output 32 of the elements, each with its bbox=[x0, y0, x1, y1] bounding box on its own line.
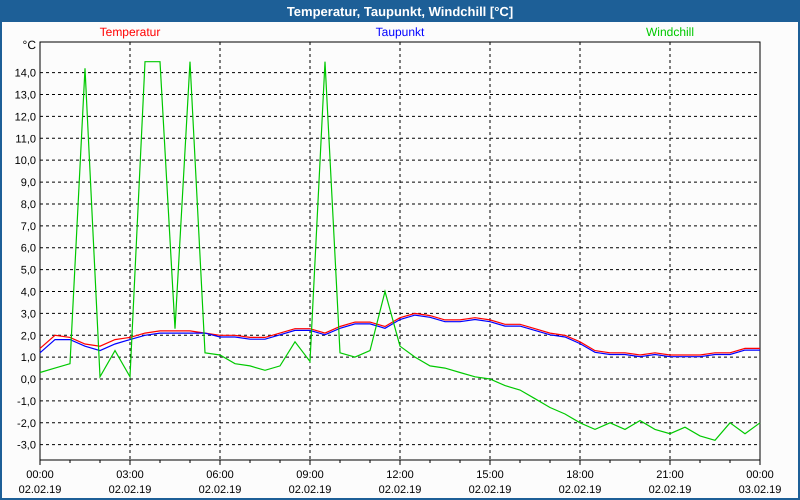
y-tick-label: 2,0 bbox=[20, 330, 36, 342]
legend-label: Temperatur bbox=[100, 25, 160, 39]
x-tick-label: 00:00 02.02.19 bbox=[18, 468, 62, 498]
x-tick-label: 12:00 02.02.19 bbox=[378, 468, 422, 498]
y-tick-label: 12,0 bbox=[14, 111, 36, 124]
y-axis-unit: °C bbox=[22, 38, 36, 52]
y-tick-label: 3,0 bbox=[20, 308, 36, 320]
x-tick-label: 00:00 03.02.19 bbox=[738, 468, 782, 498]
x-tick-label: 03:00 02.02.19 bbox=[108, 468, 152, 498]
y-tick-label: 13,0 bbox=[14, 90, 36, 102]
y-tick-label: 11,0 bbox=[15, 133, 36, 146]
y-tick-label: -2,0 bbox=[17, 418, 36, 430]
window-title: Temperatur, Taupunkt, Windchill [°C] bbox=[0, 0, 800, 22]
y-tick-label: 5,0 bbox=[20, 264, 36, 277]
y-tick-label: -3,0 bbox=[17, 440, 36, 452]
x-tick-label: 06:00 02.02.19 bbox=[198, 468, 242, 498]
y-tick-label: 9,0 bbox=[20, 177, 36, 190]
y-tick-label: 6,0 bbox=[20, 242, 36, 255]
y-tick-label: -1,0 bbox=[17, 396, 36, 408]
x-tick-label: 18:00 02.02.19 bbox=[558, 468, 602, 498]
y-tick-label: 10,0 bbox=[14, 155, 36, 168]
y-tick-label: 7,0 bbox=[20, 220, 36, 233]
x-tick-label: 15:00 02.02.19 bbox=[468, 468, 512, 498]
legend-label: Taupunkt bbox=[376, 25, 424, 39]
x-tick-label: 09:00 02.02.19 bbox=[288, 468, 332, 498]
y-tick-label: 1,0 bbox=[20, 352, 36, 364]
y-tick-label: 4,0 bbox=[20, 286, 36, 298]
y-tick-label: 8,0 bbox=[20, 198, 36, 211]
legend-label: Windchill bbox=[646, 25, 694, 39]
x-tick-label: 21:00 02.02.19 bbox=[648, 468, 692, 498]
y-tick-label: 14,0 bbox=[14, 68, 36, 80]
y-tick-label: 0,0 bbox=[20, 374, 36, 386]
